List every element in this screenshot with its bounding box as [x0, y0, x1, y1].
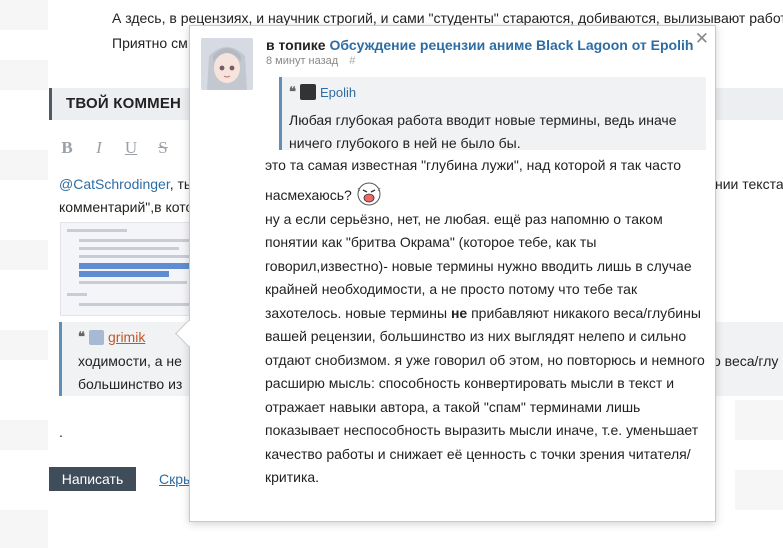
article-text-line: Приятно см	[112, 35, 188, 51]
comment-text: прибавляют никакого веса/глубины вашей р…	[265, 304, 705, 486]
quote-text: о веса/глу	[713, 353, 779, 369]
editor-toolbar: B I U S	[58, 138, 172, 158]
comment-body: это та самая известная "глубина лужи", н…	[265, 154, 710, 490]
topic-link[interactable]: Обсуждение рецензии аниме Black Lagoon о…	[329, 37, 693, 53]
embedded-screenshot	[60, 222, 202, 316]
user-link-epolih[interactable]: Epolih	[320, 85, 356, 100]
comment-bold-text: не	[450, 304, 468, 321]
write-button[interactable]: Написать	[49, 467, 136, 491]
comment-text: это та самая известная "глубина лужи", н…	[265, 157, 681, 203]
underline-button[interactable]: U	[122, 138, 140, 158]
avatar[interactable]	[201, 38, 253, 90]
comment-preview-popup: ✕ в топике Обсуждение рецензии аниме Bla…	[175, 25, 716, 522]
dot-text: .	[59, 424, 63, 440]
comment-draft-right: нии текста,	[715, 176, 783, 192]
quote-author: ❝ Epolih	[289, 84, 356, 100]
permalink-hash[interactable]: #	[349, 55, 355, 67]
bold-button[interactable]: B	[58, 138, 76, 158]
topic-line: в топике Обсуждение рецензии аниме Black…	[266, 37, 693, 53]
comment-draft-line: комментарий",в кото	[59, 199, 194, 215]
close-icon[interactable]: ✕	[695, 30, 709, 47]
comment-form-title: ТВОЙ КОММЕН	[66, 95, 182, 112]
comment-meta: 8 минут назад #	[266, 55, 355, 67]
mention-link[interactable]: @CatSchrodinger	[59, 176, 170, 192]
strikethrough-button[interactable]: S	[154, 138, 172, 158]
hide-link[interactable]: Скры	[159, 471, 193, 487]
user-link-grimik[interactable]: grimik	[108, 329, 145, 345]
quote-author: ❝ grimik	[78, 329, 145, 345]
italic-button[interactable]: I	[90, 138, 108, 158]
comment-paragraph: это та самая известная "глубина лужи", н…	[265, 154, 710, 208]
topic-prefix: в топике	[266, 37, 326, 53]
comment-paragraph: ну а если серьёзно, нет, не любая. ещё р…	[265, 208, 710, 490]
laughing-emoji-icon	[354, 178, 384, 208]
avatar	[89, 329, 104, 345]
comment-draft-line: @CatSchrodinger, ть	[59, 176, 191, 192]
quoted-comment: ❝ Epolih Любая глубокая работа вводит но…	[279, 77, 706, 151]
quote-mark-icon: ❝	[289, 84, 296, 99]
quote-mark-icon: ❝	[78, 329, 85, 344]
article-text-line: А здесь, в рецензиях, и научник строгий,…	[112, 10, 783, 26]
quote-text: ходимости, а не	[78, 353, 182, 369]
avatar	[300, 84, 316, 100]
quote-text: Любая глубокая работа вводит новые терми…	[289, 112, 677, 151]
mention-suffix: , ть	[169, 176, 192, 192]
quote-text: большинство из	[78, 376, 183, 392]
timestamp: 8 минут назад	[266, 55, 339, 67]
